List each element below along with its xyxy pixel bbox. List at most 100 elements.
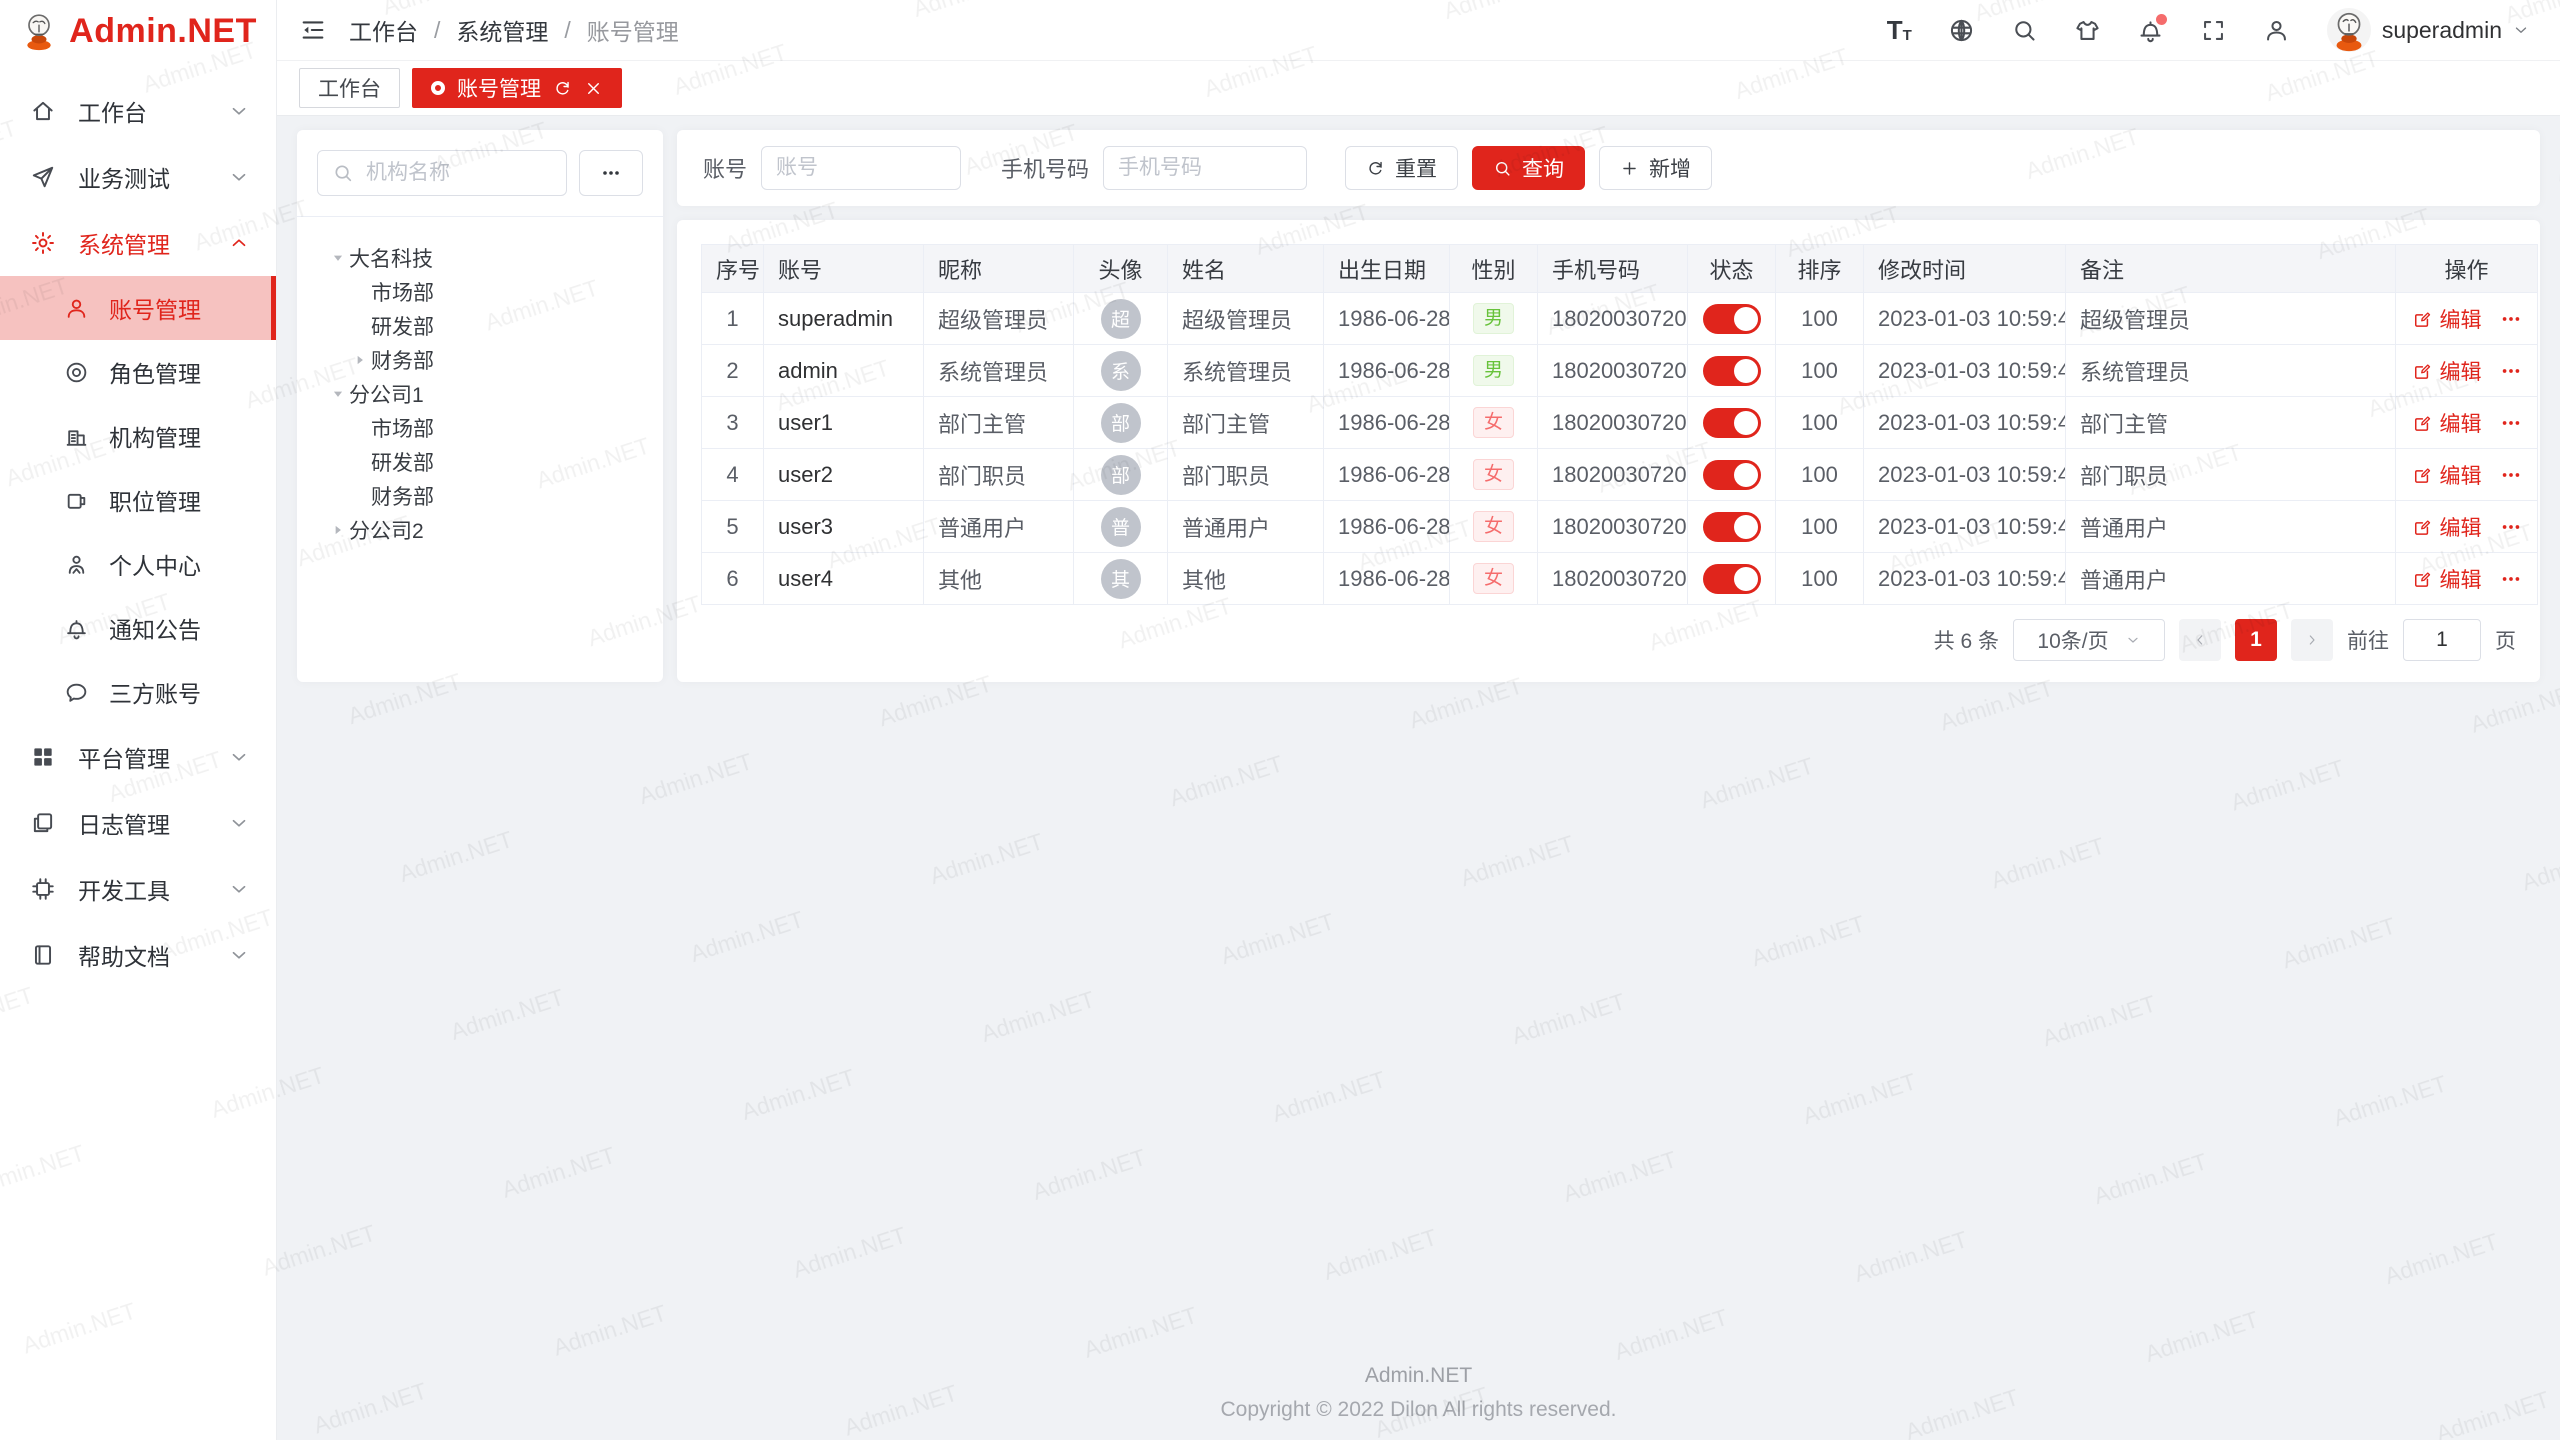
breadcrumb-item[interactable]: 系统管理 — [456, 13, 548, 47]
caret-placeholder — [349, 485, 371, 507]
sidebar-item-通知公告[interactable]: 通知公告 — [0, 596, 276, 660]
tree-node-市场部[interactable]: 市场部 — [317, 411, 643, 445]
fullscreen-icon[interactable] — [2200, 17, 2227, 44]
status-toggle[interactable] — [1703, 304, 1761, 334]
row-more-icon[interactable] — [2500, 464, 2522, 486]
edit-button[interactable]: 编辑 — [2440, 408, 2482, 438]
status-toggle[interactable] — [1703, 512, 1761, 542]
column-header-remark: 备注 — [2066, 245, 2396, 293]
edit-button[interactable]: 编辑 — [2440, 460, 2482, 490]
sidebar-item-开发工具[interactable]: 开发工具 — [0, 856, 276, 922]
caret-right-icon[interactable] — [327, 519, 349, 541]
sidebar-item-系统管理[interactable]: 系统管理 — [0, 210, 276, 276]
font-size-icon[interactable]: TT — [1887, 17, 1912, 43]
add-button[interactable]: 新增 — [1599, 146, 1712, 190]
row-more-icon[interactable] — [2500, 516, 2522, 538]
cell-time: 2023-01-03 10:59:44 — [1864, 501, 2066, 553]
edit-icon[interactable] — [2412, 517, 2432, 537]
edit-icon[interactable] — [2412, 361, 2432, 381]
sidebar-item-职位管理[interactable]: 职位管理 — [0, 468, 276, 532]
cell-time: 2023-01-03 10:59:44 — [1864, 449, 2066, 501]
row-more-icon[interactable] — [2500, 360, 2522, 382]
status-toggle[interactable] — [1703, 460, 1761, 490]
sidebar-item-机构管理[interactable]: 机构管理 — [0, 404, 276, 468]
tree-node-分公司1[interactable]: 分公司1 — [317, 377, 643, 411]
caret-placeholder — [349, 281, 371, 303]
edit-button[interactable]: 编辑 — [2440, 512, 2482, 542]
notification-bell-icon[interactable] — [2137, 17, 2164, 44]
cell-birth: 1986-06-28 — [1324, 501, 1450, 553]
tab-工作台[interactable]: 工作台 — [299, 68, 400, 108]
sidebar-item-账号管理[interactable]: 账号管理 — [0, 276, 276, 340]
edit-icon[interactable] — [2412, 309, 2432, 329]
sidebar-item-日志管理[interactable]: 日志管理 — [0, 790, 276, 856]
row-more-icon[interactable] — [2500, 568, 2522, 590]
tree-node-市场部[interactable]: 市场部 — [317, 275, 643, 309]
sidebar-item-业务测试[interactable]: 业务测试 — [0, 144, 276, 210]
goto-page-input[interactable] — [2403, 619, 2481, 661]
edit-icon[interactable] — [2412, 465, 2432, 485]
edit-button[interactable]: 编辑 — [2440, 564, 2482, 594]
cell-remark: 部门主管 — [2066, 397, 2396, 449]
sidebar-item-label: 日志管理 — [78, 806, 170, 840]
column-header-ops: 操作 — [2396, 245, 2538, 293]
sidebar-item-label: 帮助文档 — [78, 938, 170, 972]
tree-node-大名科技[interactable]: 大名科技 — [317, 241, 643, 275]
org-search-input[interactable] — [364, 160, 552, 186]
caret-right-icon[interactable] — [349, 349, 371, 371]
org-icon — [64, 424, 89, 449]
user-menu[interactable]: superadmin — [2326, 7, 2530, 53]
tree-more-button[interactable] — [579, 150, 643, 196]
caret-down-icon[interactable] — [327, 383, 349, 405]
caret-down-icon[interactable] — [327, 247, 349, 269]
reset-button[interactable]: 重置 — [1345, 146, 1458, 190]
chevron-down-icon — [2512, 21, 2530, 39]
page-number-button[interactable]: 1 — [2235, 619, 2277, 661]
sidebar-item-平台管理[interactable]: 平台管理 — [0, 724, 276, 790]
edit-button[interactable]: 编辑 — [2440, 356, 2482, 386]
theme-icon[interactable] — [2074, 17, 2101, 44]
sidebar-item-工作台[interactable]: 工作台 — [0, 78, 276, 144]
column-header-account: 账号 — [764, 245, 924, 293]
sidebar-item-帮助文档[interactable]: 帮助文档 — [0, 922, 276, 988]
tree-node-财务部[interactable]: 财务部 — [317, 479, 643, 513]
cell-account: user4 — [764, 553, 924, 605]
breadcrumb: 工作台/系统管理/账号管理 — [349, 13, 679, 47]
tree-node-研发部[interactable]: 研发部 — [317, 445, 643, 479]
sidebar-item-三方账号[interactable]: 三方账号 — [0, 660, 276, 724]
edit-button[interactable]: 编辑 — [2440, 304, 2482, 334]
tree-node-label: 研发部 — [371, 447, 434, 477]
search-icon[interactable] — [2011, 17, 2038, 44]
tree-node-label: 分公司2 — [349, 515, 424, 545]
topbar: 工作台/系统管理/账号管理 TT superadm — [277, 0, 2560, 61]
edit-icon[interactable] — [2412, 413, 2432, 433]
topbar-actions: TT superadmin — [1887, 7, 2530, 53]
breadcrumb-item[interactable]: 工作台 — [349, 13, 418, 47]
prev-page-button[interactable] — [2179, 619, 2221, 661]
cell-name: 普通用户 — [1168, 501, 1324, 553]
sidebar-item-个人中心[interactable]: 个人中心 — [0, 532, 276, 596]
tab-账号管理[interactable]: 账号管理 — [412, 68, 622, 108]
status-toggle[interactable] — [1703, 356, 1761, 386]
tree-node-财务部[interactable]: 财务部 — [317, 343, 643, 377]
language-icon[interactable] — [1948, 17, 1975, 44]
edit-icon[interactable] — [2412, 569, 2432, 589]
query-button[interactable]: 查询 — [1472, 146, 1585, 190]
tree-node-研发部[interactable]: 研发部 — [317, 309, 643, 343]
account-input[interactable] — [761, 146, 961, 190]
menu-fold-icon[interactable] — [299, 16, 327, 44]
tree-node-分公司2[interactable]: 分公司2 — [317, 513, 643, 547]
page-size-select[interactable]: 10条/页 — [2013, 619, 2165, 661]
status-toggle[interactable] — [1703, 408, 1761, 438]
phone-input[interactable] — [1103, 146, 1307, 190]
row-more-icon[interactable] — [2500, 308, 2522, 330]
close-icon[interactable] — [584, 79, 603, 98]
status-toggle[interactable] — [1703, 564, 1761, 594]
next-page-button[interactable] — [2291, 619, 2333, 661]
caret-placeholder — [349, 451, 371, 473]
gender-tag: 女 — [1473, 459, 1514, 490]
sidebar-item-角色管理[interactable]: 角色管理 — [0, 340, 276, 404]
user-outline-icon[interactable] — [2263, 17, 2290, 44]
refresh-icon[interactable] — [553, 79, 572, 98]
row-more-icon[interactable] — [2500, 412, 2522, 434]
